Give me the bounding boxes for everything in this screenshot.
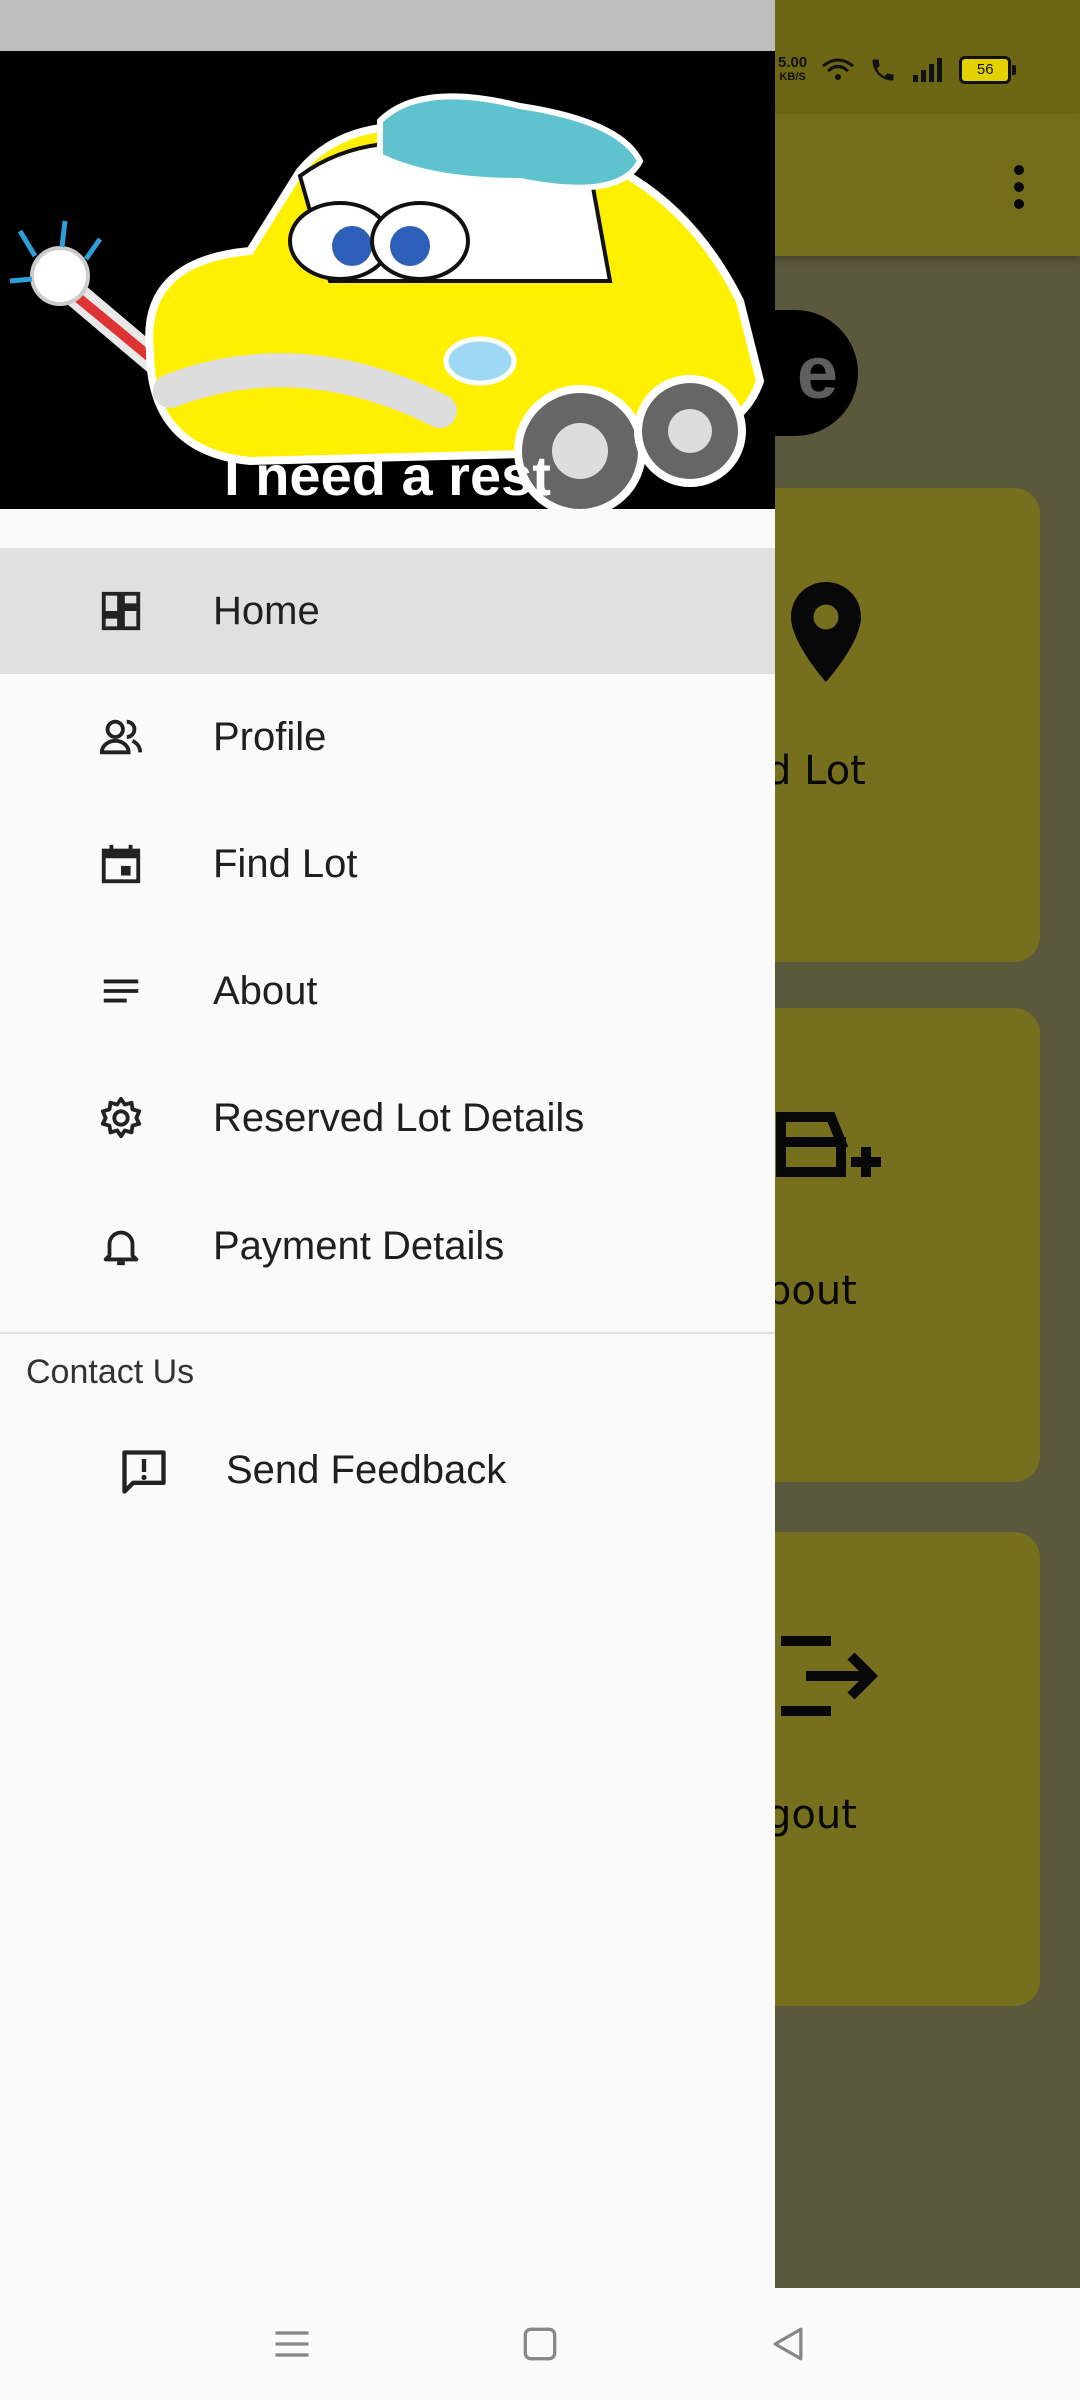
notes-icon xyxy=(103,979,139,1003)
volte-call-icon xyxy=(872,59,894,81)
drawer-item-about[interactable]: About xyxy=(0,928,775,1054)
gear-icon xyxy=(100,1096,142,1139)
people-icon xyxy=(99,719,143,755)
drawer-item-label: Home xyxy=(213,589,320,633)
drawer-divider xyxy=(0,1332,775,1334)
drawer-item-label: Payment Details xyxy=(213,1224,505,1268)
dashboard-icon xyxy=(101,591,141,631)
wifi-icon xyxy=(822,58,855,80)
drawer-item-label: About xyxy=(213,969,318,1013)
back-triangle-icon[interactable] xyxy=(766,2322,810,2366)
network-speed: 5.00 KB/S xyxy=(778,54,808,83)
drawer-item-label: Reserved Lot Details xyxy=(213,1096,585,1140)
drawer-header: I need a rest xyxy=(0,51,775,509)
battery-indicator: 56 xyxy=(959,56,1017,84)
drawer-item-label: Find Lot xyxy=(213,842,358,886)
header-caption: I need a rest xyxy=(224,444,551,507)
drawer-item-home[interactable]: Home xyxy=(0,548,775,674)
contact-us-heading: Contact Us xyxy=(26,1353,195,1391)
navigation-drawer: I need a rest Home Profile Find Lot Abou… xyxy=(0,0,775,2288)
status-bar-indicators: 5.00 KB/S 56 xyxy=(778,50,1017,90)
feedback-icon xyxy=(122,1450,166,1494)
drawer-item-profile[interactable]: Profile xyxy=(0,674,775,800)
signal-icon xyxy=(913,58,943,82)
calendar-icon xyxy=(101,844,141,884)
drawer-item-send-feedback[interactable]: Send Feedback xyxy=(0,1410,775,1530)
tired-car-illustration xyxy=(9,93,765,509)
drawer-item-find-lot[interactable]: Find Lot xyxy=(0,801,775,927)
drawer-item-payment-details[interactable]: Payment Details xyxy=(0,1183,775,1309)
menu-icon[interactable] xyxy=(270,2322,314,2366)
drawer-item-label: Send Feedback xyxy=(226,1448,507,1492)
system-navigation-bar xyxy=(0,2288,1080,2400)
drawer-status-bar xyxy=(0,0,775,51)
drawer-item-label: Profile xyxy=(213,715,327,759)
home-square-icon[interactable] xyxy=(518,2322,562,2366)
bell-icon xyxy=(103,1230,139,1266)
drawer-item-reserved-lot-details[interactable]: Reserved Lot Details xyxy=(0,1055,775,1181)
